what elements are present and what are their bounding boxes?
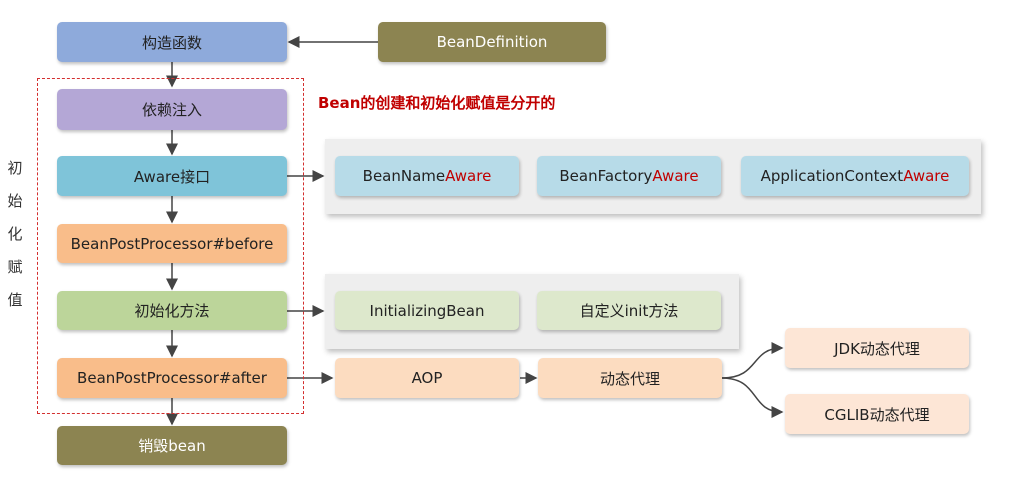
arrow-proxy-to-cglib: [721, 377, 784, 418]
bean-factory-aware-box: BeanFactory Aware: [537, 156, 721, 196]
side-char: 值: [7, 291, 23, 309]
side-label-init-assign: 初 始 化 赋 值: [3, 152, 27, 317]
side-char: 初: [7, 159, 23, 177]
initializing-bean-box: InitializingBean: [335, 291, 519, 330]
destroy-bean-step: 销毁bean: [57, 426, 287, 465]
application-context-aware-box: ApplicationContext Aware: [741, 156, 969, 196]
bpp-before-step: BeanPostProcessor#before: [57, 224, 287, 263]
aware-prefix: BeanFactory: [559, 167, 653, 185]
aware-suffix: Aware: [652, 167, 699, 185]
custom-init-method-box: 自定义init方法: [537, 291, 721, 330]
aware-prefix: ApplicationContext: [760, 167, 904, 185]
arrow-proxy-to-jdk: [721, 342, 784, 379]
side-char: 化: [7, 225, 23, 243]
aware-suffix: Aware: [903, 167, 950, 185]
aware-prefix: BeanName: [362, 167, 446, 185]
constructor-step: 构造函数: [57, 22, 287, 62]
aware-interface-step: Aware接口: [57, 156, 287, 196]
dynamic-proxy-box: 动态代理: [538, 358, 722, 398]
bean-name-aware-box: BeanName Aware: [335, 156, 519, 196]
dependency-injection-step: 依赖注入: [57, 89, 287, 130]
side-char: 赋: [7, 258, 23, 276]
aware-suffix: Aware: [445, 167, 492, 185]
bpp-after-step: BeanPostProcessor#after: [57, 358, 287, 398]
cglib-proxy-box: CGLIB动态代理: [785, 394, 969, 434]
bean-definition-box: BeanDefinition: [378, 22, 606, 62]
init-method-step: 初始化方法: [57, 291, 287, 330]
side-char: 始: [7, 192, 23, 210]
aop-box: AOP: [335, 358, 519, 398]
jdk-proxy-box: JDK动态代理: [785, 328, 969, 368]
separation-note: Bean的创建和初始化赋值是分开的: [318, 94, 556, 112]
